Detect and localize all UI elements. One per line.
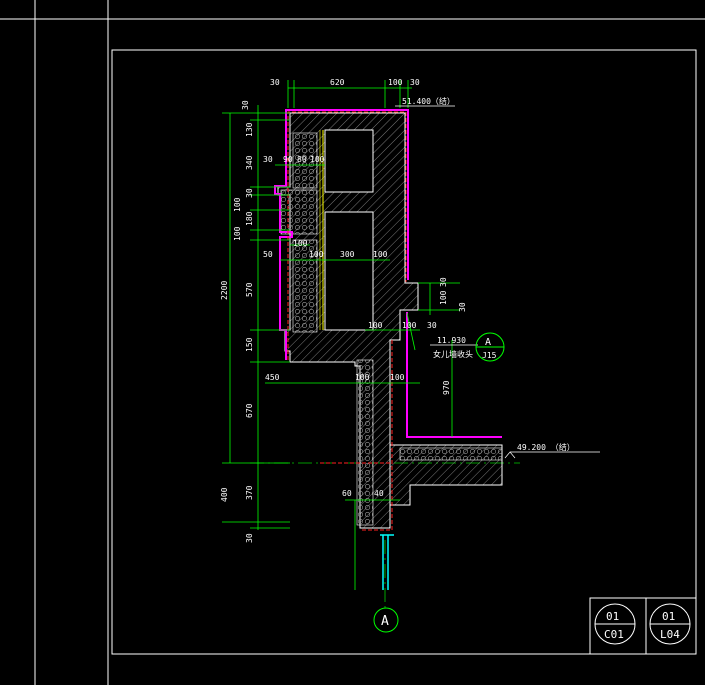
dim-left-180: 180 xyxy=(245,211,254,226)
wall-section xyxy=(277,112,503,529)
title-bubble-2: 01 L04 xyxy=(649,603,691,645)
title-bubble-1-number: 01 xyxy=(606,610,619,623)
dim-100d: 100 xyxy=(373,250,388,259)
cad-drawing: 30 620 100 30 51.400（结） 30 130 340 30 10… xyxy=(0,0,705,685)
grid-axis-label: A xyxy=(381,614,389,629)
dim-left-30b: 30 xyxy=(245,188,254,198)
dim-left-370: 370 xyxy=(245,485,254,500)
title-bubble-1-sheet: C01 xyxy=(604,628,624,641)
dim-60: 60 xyxy=(342,489,352,498)
dim-30b: 30 xyxy=(427,321,437,330)
dim-450: 450 xyxy=(265,373,280,382)
dim-left-130: 130 xyxy=(245,122,254,137)
dim-30: 30 xyxy=(263,155,273,164)
elevation-leaders xyxy=(395,105,600,459)
dim-top-30a: 30 xyxy=(270,78,280,87)
grid-axis-bubble: A xyxy=(373,607,399,633)
title-bubble-1: 01 C01 xyxy=(594,603,636,645)
dim-left-30c: 30 xyxy=(245,533,254,543)
window-below xyxy=(380,534,394,590)
dim-100b: 100 xyxy=(293,239,308,248)
callout-letter: A xyxy=(485,337,491,348)
dim-100e: 100 xyxy=(368,321,383,330)
dim-100r: 100 xyxy=(439,290,448,305)
dim-100g: 100 xyxy=(355,373,370,382)
elevation-low: 49.200 （结） xyxy=(517,442,575,452)
dim-left-670: 670 xyxy=(245,403,254,418)
dim-left-150: 150 xyxy=(245,337,254,352)
dim-30rr: 30 xyxy=(458,302,467,312)
dim-left-570: 570 xyxy=(245,282,254,297)
dim-100f: 100 xyxy=(402,321,417,330)
dim-left-100b: 100 xyxy=(233,226,242,241)
dim-90: 90 xyxy=(283,155,293,164)
dim-50: 50 xyxy=(263,250,273,259)
dim-30r: 30 xyxy=(439,277,448,287)
detail-callout: A J15 xyxy=(475,332,505,362)
callout-sheet: J15 xyxy=(482,351,497,360)
dim-left-30: 30 xyxy=(241,100,250,110)
dim-top-100: 100 xyxy=(388,78,403,87)
title-bubble-2-number: 01 xyxy=(662,610,675,623)
dim-left-2200: 2200 xyxy=(220,281,229,300)
dim-970: 970 xyxy=(442,380,451,395)
note-parapet: 女儿墙收头 xyxy=(433,349,473,359)
elevation-mid: 11.930 xyxy=(437,336,466,345)
dim-left-100: 100 xyxy=(233,197,242,212)
opening-lower xyxy=(324,211,374,331)
dim-80: 80 xyxy=(297,155,307,164)
dim-300: 300 xyxy=(340,250,355,259)
insulation-mid xyxy=(280,189,318,235)
dim-top-620: 620 xyxy=(330,78,345,87)
dim-40: 40 xyxy=(374,489,384,498)
dim-100c: 100 xyxy=(309,250,324,259)
dim-100h: 100 xyxy=(390,373,405,382)
title-bubble-2-sheet: L04 xyxy=(660,628,680,641)
slab-insulation xyxy=(399,447,503,461)
dim-100: 100 xyxy=(310,155,325,164)
dim-left-400: 400 xyxy=(220,487,229,502)
dim-top-30b: 30 xyxy=(410,78,420,87)
title-block: 01 C01 01 L04 xyxy=(589,597,697,655)
dim-left-340: 340 xyxy=(245,155,254,170)
elevation-top: 51.400（结） xyxy=(402,96,455,106)
opening-upper xyxy=(324,129,374,193)
